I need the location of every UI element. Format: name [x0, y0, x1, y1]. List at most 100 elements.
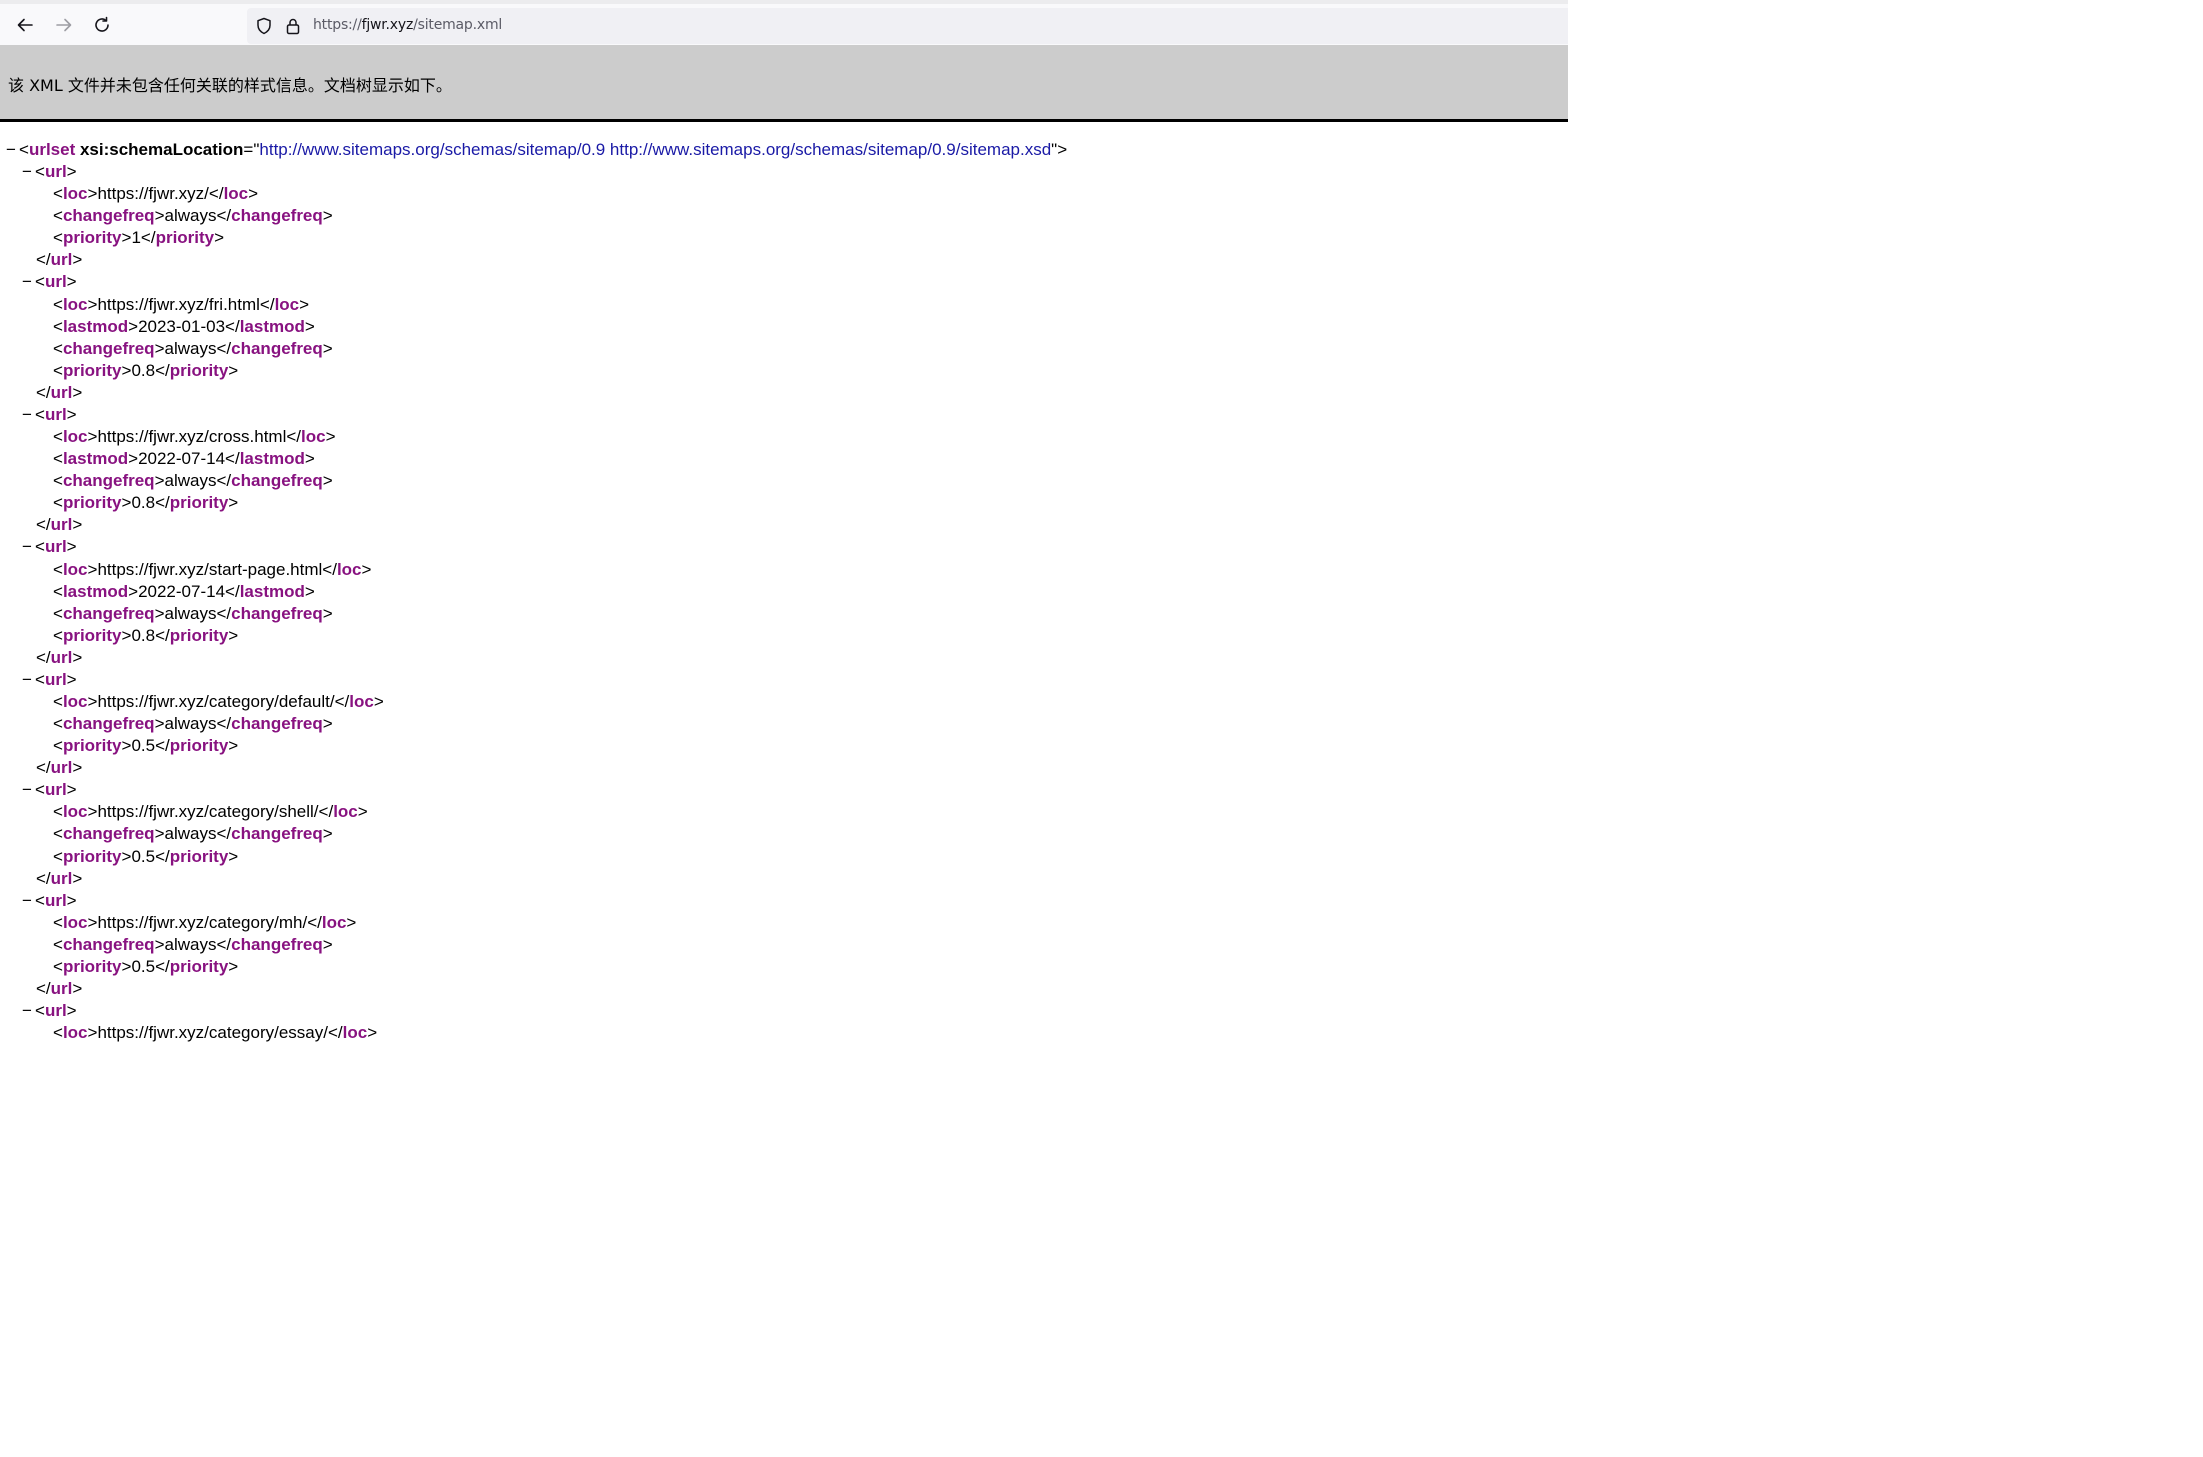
browser-toolbar: https://fjwr.xyz/sitemap.xml [0, 0, 1568, 45]
xml-loc-value: https://fjwr.xyz/category/shell/ [97, 802, 319, 821]
xml-loc-element: <loc>https://fjwr.xyz/category/default/<… [53, 691, 384, 713]
xml-punctuation: < [53, 957, 63, 976]
xml-punctuation: > [325, 427, 336, 446]
xml-loc-element: <loc>https://fjwr.xyz/category/shell/</l… [53, 801, 368, 823]
xml-tag-name: priority [155, 228, 215, 247]
url-path: /sitemap.xml [413, 17, 503, 33]
xml-punctuation: < [53, 471, 63, 490]
xml-tag-name: url [44, 670, 67, 689]
tracking-shield-icon[interactable] [254, 16, 274, 36]
url-text[interactable]: https://fjwr.xyz/sitemap.xml [313, 17, 502, 33]
xml-lastmod-value: 2023-01-03 [138, 317, 226, 336]
url-close-tag: </url> [36, 868, 82, 890]
xml-tag-name: url [44, 272, 67, 291]
collapse-toggle[interactable]: − [22, 669, 35, 691]
xml-tag-name: priority [169, 736, 229, 755]
xml-punctuation: "> [1051, 140, 1068, 159]
url-close-tag: </url> [36, 382, 82, 404]
xml-punctuation: > [361, 560, 372, 579]
xml-changefreq-element: <changefreq>always</changefreq> [53, 713, 333, 735]
xml-tag-name: changefreq [62, 935, 155, 954]
xml-punctuation: > [121, 493, 132, 512]
xml-punctuation: > [322, 604, 333, 623]
xml-punctuation: < [35, 670, 45, 689]
xml-priority-value: 0.8 [131, 493, 156, 512]
reload-button[interactable] [87, 10, 117, 40]
xml-punctuation: > [322, 714, 333, 733]
xml-changefreq-value: always [164, 604, 217, 623]
xml-attribute-name: xsi:schemaLocation [79, 140, 244, 159]
xml-attribute-value: http://www.sitemaps.org/schemas/sitemap/… [259, 140, 1052, 159]
xml-punctuation: </ [155, 736, 170, 755]
xml-punctuation: < [35, 405, 45, 424]
xml-punctuation: > [72, 383, 83, 402]
xml-tag-name: loc [223, 184, 249, 203]
xml-loc-value: https://fjwr.xyz/category/mh/ [97, 913, 308, 932]
xml-punctuation: < [53, 449, 63, 468]
xml-punctuation: > [228, 736, 239, 755]
xml-tag-name: priority [169, 957, 229, 976]
xml-punctuation: > [87, 295, 98, 314]
xml-loc-value: https://fjwr.xyz/category/default/ [97, 692, 335, 711]
collapse-toggle[interactable]: − [22, 161, 35, 183]
collapse-toggle[interactable]: − [22, 404, 35, 426]
xml-punctuation: > [66, 162, 77, 181]
xml-punctuation: </ [36, 869, 51, 888]
xml-loc-value: https://fjwr.xyz/ [97, 184, 209, 203]
xml-punctuation: > [228, 957, 239, 976]
address-bar[interactable]: https://fjwr.xyz/sitemap.xml [247, 8, 1568, 44]
collapse-toggle[interactable]: − [22, 890, 35, 912]
xml-tag-name: changefreq [62, 471, 155, 490]
xml-tag-name: loc [301, 427, 326, 446]
xml-punctuation: > [248, 184, 259, 203]
xml-changefreq-value: always [164, 471, 217, 490]
xml-changefreq-element: <changefreq>always</changefreq> [53, 205, 333, 227]
xml-tag-name: changefreq [231, 206, 323, 225]
arrow-left-icon [17, 18, 33, 32]
xml-tag-name: loc [62, 692, 88, 711]
xml-punctuation: > [299, 295, 310, 314]
xml-punctuation: > [304, 317, 315, 336]
xml-tag-name: url [50, 979, 73, 998]
xml-punctuation: > [121, 228, 132, 247]
xml-loc-value: https://fjwr.xyz/cross.html [97, 427, 287, 446]
xml-tag-name: priority [62, 957, 122, 976]
url-open-tag: − <url> [22, 1000, 77, 1022]
xml-tag-name: loc [62, 560, 88, 579]
xml-punctuation: </ [36, 758, 51, 777]
xml-punctuation: > [72, 758, 83, 777]
arrow-right-icon [56, 18, 72, 32]
xml-tag-name: priority [62, 847, 122, 866]
xml-tag-name: loc [62, 802, 88, 821]
xml-punctuation: > [121, 957, 132, 976]
xml-tag-name: priority [62, 736, 122, 755]
xml-tag-name: urlset [28, 140, 76, 159]
xml-loc-element: <loc>https://fjwr.xyz/</loc> [53, 183, 258, 205]
xml-tag-name: priority [62, 626, 122, 645]
xml-punctuation: > [357, 802, 368, 821]
xml-root-open: − <urlset xsi:schemaLocation="http://www.… [6, 139, 1067, 161]
xml-tag-name: priority [169, 847, 229, 866]
collapse-toggle[interactable]: − [6, 139, 19, 161]
xml-changefreq-element: <changefreq>always</changefreq> [53, 470, 333, 492]
xml-lastmod-element: <lastmod>2022-07-14</lastmod> [53, 581, 315, 603]
xml-tag-name: changefreq [231, 471, 323, 490]
xml-tag-name: changefreq [231, 339, 323, 358]
xml-tag-name: priority [169, 493, 229, 512]
forward-button[interactable] [49, 10, 79, 40]
xml-punctuation: > [66, 537, 77, 556]
lock-icon[interactable] [283, 16, 303, 36]
xml-tag-name: changefreq [62, 339, 155, 358]
xml-punctuation: < [53, 493, 63, 512]
xml-priority-element: <priority>1</priority> [53, 227, 224, 249]
xml-priority-element: <priority>0.5</priority> [53, 956, 238, 978]
xml-punctuation: > [72, 979, 83, 998]
url-open-tag: − <url> [22, 161, 77, 183]
xml-punctuation: > [154, 935, 165, 954]
back-button[interactable] [10, 10, 40, 40]
xml-priority-value: 0.5 [131, 847, 156, 866]
collapse-toggle[interactable]: − [22, 536, 35, 558]
collapse-toggle[interactable]: − [22, 1000, 35, 1022]
collapse-toggle[interactable]: − [22, 271, 35, 293]
collapse-toggle[interactable]: − [22, 779, 35, 801]
